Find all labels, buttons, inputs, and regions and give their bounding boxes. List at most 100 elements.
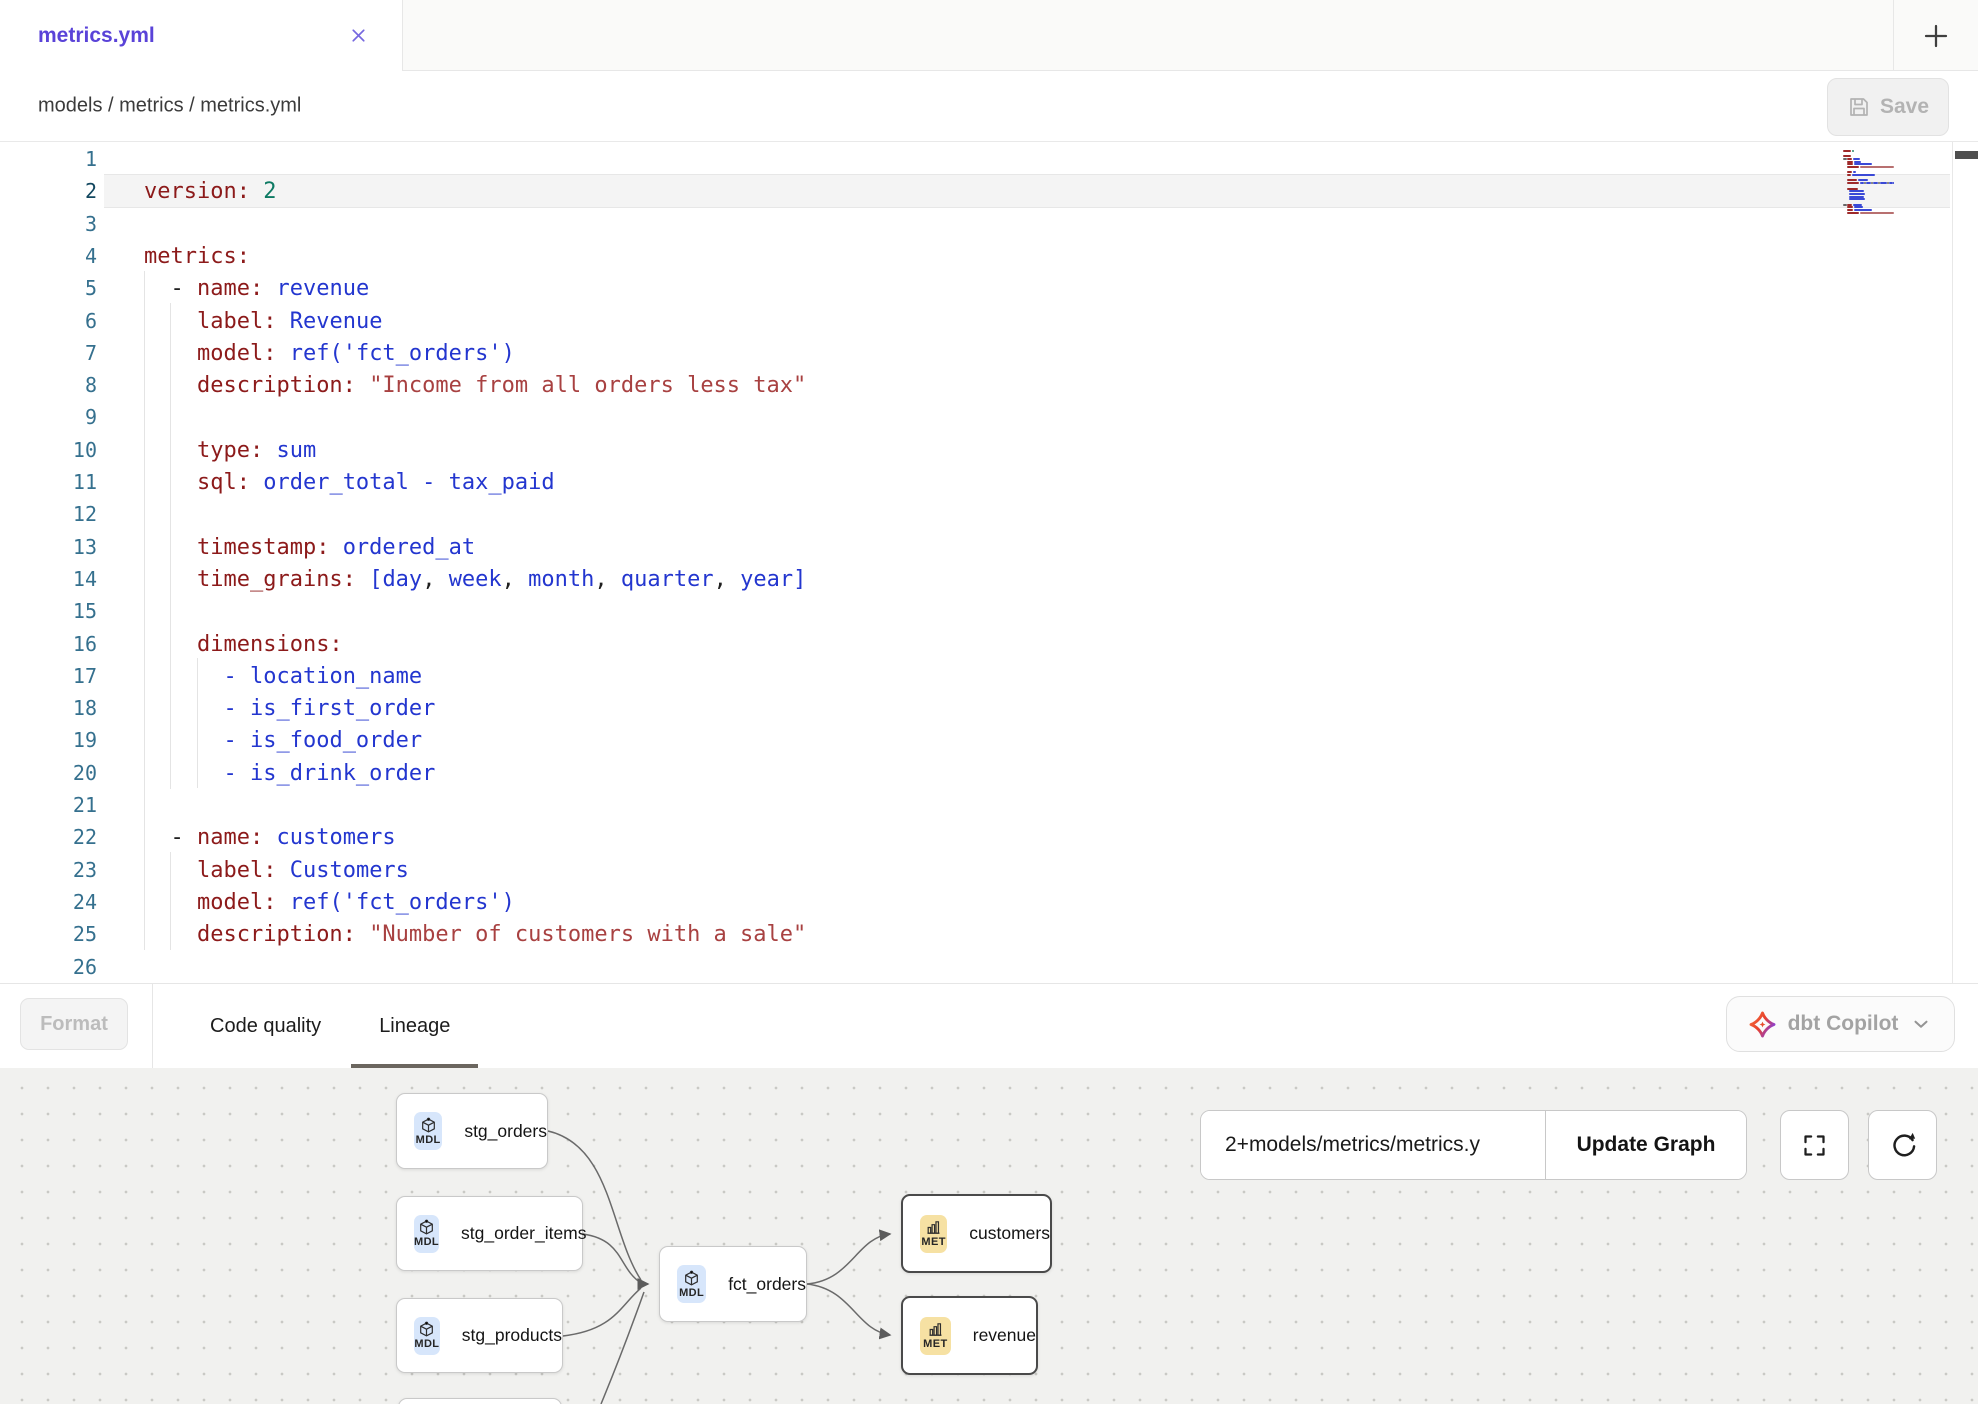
code-line-4[interactable]: metrics:: [144, 240, 250, 273]
save-button[interactable]: Save: [1827, 78, 1949, 136]
code-line-7[interactable]: model: ref('fct_orders'): [144, 337, 515, 370]
code-line-18[interactable]: - is_first_order: [144, 692, 435, 725]
lineage-node-customers[interactable]: METcustomers: [901, 1194, 1052, 1273]
code-line-19[interactable]: - is_food_order: [144, 724, 422, 757]
format-button[interactable]: Format: [20, 998, 128, 1050]
lineage-node-hidden_bottom[interactable]: [398, 1398, 562, 1404]
code-line-5[interactable]: - name: revenue: [144, 272, 369, 305]
tab-strip: metrics.yml: [0, 0, 1978, 71]
minimap-line: [1847, 158, 1852, 160]
code-line-20[interactable]: - is_drink_order: [144, 757, 435, 790]
scrollbar-thumb[interactable]: [1955, 151, 1978, 159]
line-number: 25: [0, 918, 97, 951]
file-header-row: models / metrics / metrics.yml Save: [0, 71, 1978, 142]
minimap-line: [1847, 188, 1858, 190]
line-number: 20: [0, 757, 97, 790]
node-label: stg_products: [462, 1325, 562, 1346]
new-tab-cell: [1893, 0, 1978, 71]
plus-icon[interactable]: [1921, 21, 1951, 51]
badge-label: MDL: [679, 1287, 704, 1299]
tab-strip-background: [402, 0, 1978, 71]
code-line-8[interactable]: description: "Income from all orders les…: [144, 369, 806, 402]
node-label: customers: [969, 1223, 1050, 1244]
lineage-controls: Update Graph: [1200, 1110, 1747, 1180]
lineage-node-revenue[interactable]: METrevenue: [901, 1296, 1038, 1375]
package-cube-icon: MDL: [414, 1112, 442, 1150]
dbt-copilot-button[interactable]: dbt Copilot: [1726, 996, 1955, 1052]
code-line-2[interactable]: version: 2: [144, 175, 276, 208]
code-line-23[interactable]: label: Customers: [144, 854, 409, 887]
code-line-11[interactable]: sql: order_total - tax_paid: [144, 466, 555, 499]
line-number: 5: [0, 272, 97, 305]
tab-metrics-yml[interactable]: metrics.yml: [0, 0, 402, 71]
code-line-10[interactable]: type: sum: [144, 434, 316, 467]
line-number: 19: [0, 724, 97, 757]
lineage-edge: [563, 1288, 641, 1336]
line-number: 6: [0, 305, 97, 338]
minimap-line: [1847, 206, 1853, 208]
panel-tab-label: Lineage: [379, 1015, 450, 1038]
minimap-line: [1852, 174, 1874, 176]
update-graph-button[interactable]: Update Graph: [1545, 1111, 1746, 1179]
minimap-line: [1843, 150, 1851, 152]
code-line-6[interactable]: label: Revenue: [144, 305, 382, 338]
refresh-icon[interactable]: [1868, 1110, 1937, 1180]
line-number: 7: [0, 337, 97, 370]
code-line-25[interactable]: description: "Number of customers with a…: [144, 918, 806, 951]
node-label: revenue: [973, 1325, 1036, 1346]
lineage-edge: [807, 1284, 890, 1335]
node-label: stg_orders: [464, 1121, 547, 1142]
bottom-toolbar: Format Code quality Lineage dbt Copilot: [0, 983, 1978, 1068]
minimap-line: [1849, 190, 1864, 192]
package-cube-icon: MDL: [414, 1317, 440, 1355]
lineage-search-input[interactable]: [1201, 1111, 1545, 1179]
code-line-17[interactable]: - location_name: [144, 660, 422, 693]
lineage-edge: [583, 1234, 641, 1283]
close-icon[interactable]: [344, 22, 372, 50]
line-number: 26: [0, 951, 97, 984]
code-line-24[interactable]: model: ref('fct_orders'): [144, 886, 515, 919]
save-icon: [1847, 95, 1871, 119]
fullscreen-icon[interactable]: [1780, 1110, 1849, 1180]
editor-scrollbar: [1952, 142, 1978, 983]
line-number: 18: [0, 692, 97, 725]
copilot-label: dbt Copilot: [1788, 1012, 1899, 1036]
minimap-line: [1853, 158, 1860, 160]
tab-code-quality[interactable]: Code quality: [182, 984, 349, 1068]
tab-lineage[interactable]: Lineage: [351, 984, 478, 1068]
minimap-line: [1852, 150, 1854, 152]
breadcrumb: models / metrics / metrics.yml: [38, 95, 301, 118]
minimap-line: [1847, 174, 1851, 176]
minimap-line: [1858, 179, 1868, 181]
minimap-line: [1854, 161, 1861, 163]
minimap-line: [1847, 163, 1853, 165]
minimap[interactable]: [1843, 147, 1949, 377]
lineage-graph-panel[interactable]: MDL stg_orders MDLstg_order_items MDL stg_pr…: [0, 1068, 1978, 1404]
lineage-node-stg_orders[interactable]: MDL stg_orders: [396, 1093, 548, 1169]
code-line-13[interactable]: timestamp: ordered_at: [144, 531, 475, 564]
panel-tabs: Code quality Lineage: [182, 984, 478, 1068]
line-number: 15: [0, 595, 97, 628]
minimap-line: [1860, 212, 1894, 214]
badge-label: MDL: [414, 1338, 439, 1350]
code-editor[interactable]: 1234567891011121314151617181920212223242…: [0, 142, 1978, 983]
lineage-node-fct_orders[interactable]: MDLfct_orders: [659, 1246, 807, 1322]
badge-label: MDL: [416, 1134, 441, 1146]
code-line-14[interactable]: time_grains: [day, week, month, quarter,…: [144, 563, 806, 596]
line-number: 13: [0, 531, 97, 564]
minimap-line: [1847, 209, 1853, 211]
minimap-line: [1847, 161, 1853, 163]
minimap-line: [1847, 204, 1852, 206]
line-number: 12: [0, 498, 97, 531]
chevron-down-icon: [1910, 1013, 1932, 1035]
code-line-16[interactable]: dimensions:: [144, 628, 343, 661]
code-line-22[interactable]: - name: customers: [144, 821, 396, 854]
ide-window: metrics.yml models / metrics / metrics.y…: [0, 0, 1978, 1404]
minimap-line: [1853, 171, 1856, 173]
minimap-line: [1847, 182, 1859, 184]
minimap-line: [1849, 196, 1864, 198]
minimap-line: [1849, 193, 1865, 195]
lineage-node-stg_order_items[interactable]: MDLstg_order_items: [396, 1196, 583, 1271]
lineage-node-stg_products[interactable]: MDL stg_products: [396, 1298, 563, 1373]
line-number: 23: [0, 854, 97, 887]
